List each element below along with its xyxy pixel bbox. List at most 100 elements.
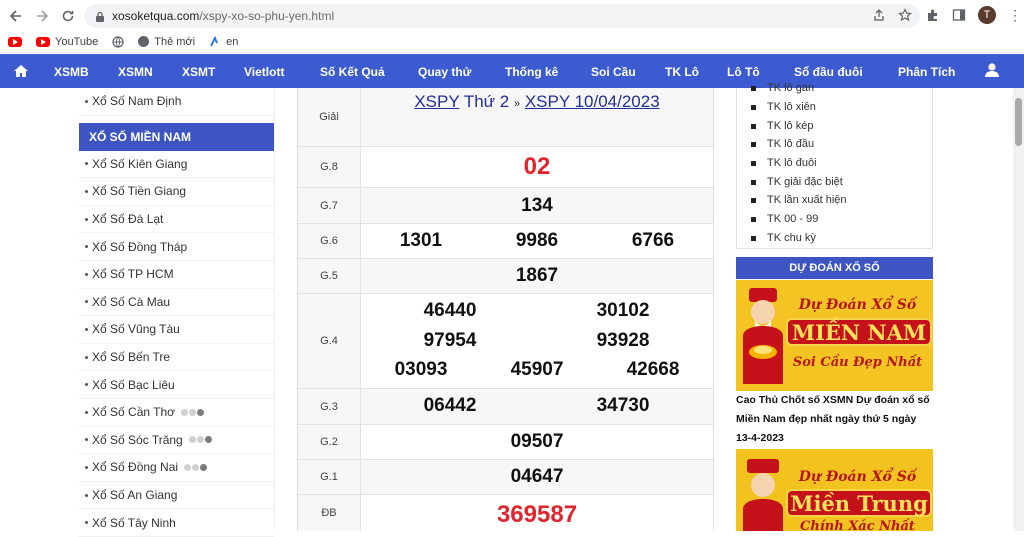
section-header-mien-nam[interactable]: XỔ SỐ MIỀN NAM	[79, 122, 274, 151]
nav-phan-tich[interactable]: Phân Tích	[898, 65, 955, 79]
prize-number: 30102	[596, 300, 650, 321]
home-button[interactable]	[2, 64, 40, 78]
scrollbar-thumb[interactable]	[1015, 98, 1022, 146]
sidebar-item-label: Xổ Số Tiền Giang	[92, 184, 187, 199]
nav-so-ket-qua[interactable]: Số Kết Quả	[320, 65, 385, 79]
sidebar-item-tay-ninh[interactable]: Xổ Số Tây Ninh	[79, 509, 274, 537]
nav-soi-cau[interactable]: Soi Cầu	[591, 65, 636, 79]
nav-xsmb[interactable]: XSMB	[54, 65, 89, 79]
stat-link-00-99[interactable]: TK 00 - 99	[751, 213, 818, 225]
live-indicator-icon	[184, 463, 208, 471]
sidebar-item-soc-trang[interactable]: Xổ Số Sóc Trăng	[79, 427, 274, 455]
side-panel-icon[interactable]	[952, 8, 966, 22]
right-sidebar: TK lô gan TK lô xiên TK lô kép TK lô đầu…	[736, 82, 933, 531]
bookmark-globe[interactable]	[112, 35, 124, 48]
page-scrollbar[interactable]	[1013, 88, 1024, 531]
sidebar-item-label: Xổ Số Cần Thơ	[92, 405, 176, 420]
stat-link-lo-xien[interactable]: TK lô xiên	[751, 101, 816, 113]
sidebar-item-label: Xổ Số Kiên Giang	[92, 156, 188, 171]
share-icon[interactable]	[872, 8, 886, 22]
sidebar-item-can-tho[interactable]: Xổ Số Cần Thơ	[79, 399, 274, 427]
profile-avatar[interactable]: T	[978, 6, 996, 24]
bullet-icon	[85, 162, 88, 166]
bookmarks-bar: YouTube Thẻ mới en	[0, 31, 1024, 53]
banner-mien-trung[interactable]: Dự Đoán Xổ Số Miền Trung Chính Xác Nhất	[736, 449, 933, 531]
stat-link-lan-xuat-hien[interactable]: TK lần xuất hiện	[751, 194, 847, 206]
address-bar[interactable]: xosoketqua.com/xspy-xo-so-phu-yen.html	[84, 4, 920, 28]
stat-link-lo-dau[interactable]: TK lô đầu	[751, 138, 814, 150]
banner-mien-nam[interactable]: Dự Đoán Xổ Số MIỀN NAM Soi Cầu Đẹp Nhất	[736, 280, 933, 391]
sidebar-item-ca-mau[interactable]: Xổ Số Cà Mau	[79, 289, 274, 317]
sidebar-item-kien-giang[interactable]: Xổ Số Kiên Giang	[79, 151, 274, 179]
bullet-icon	[85, 383, 88, 387]
bookmark-star-icon[interactable]	[898, 8, 912, 22]
nav-vietlott[interactable]: Vietlott	[244, 65, 284, 79]
god-of-wealth-mascot-icon	[743, 288, 783, 384]
prize-label: G.4	[298, 294, 361, 388]
sidebar-item-ben-tre[interactable]: Xổ Số Bến Tre	[79, 344, 274, 372]
sidebar-item-da-lat[interactable]: Xổ Số Đà Lạt	[79, 206, 274, 234]
prize-row-g4: G.4 46440 30102 97954 93928 03093 45907 …	[298, 294, 713, 389]
stat-link-lo-gan[interactable]: TK lô gan	[751, 82, 814, 94]
stat-link-lo-kep[interactable]: TK lô kép	[751, 120, 813, 132]
sidebar-item-an-giang[interactable]: Xổ Số An Giang	[79, 482, 274, 510]
sidebar-item-dong-nai[interactable]: Xổ Số Đồng Nai	[79, 454, 274, 482]
prize-number: 03093	[394, 359, 448, 380]
prize-row-g7: G.7 134	[298, 188, 713, 224]
nav-quay-thu[interactable]: Quay thử	[418, 65, 471, 79]
prize-number: 9986	[515, 230, 559, 251]
sidebar-item-vung-tau[interactable]: Xổ Số Vũng Tàu	[79, 316, 274, 344]
prize-label: G.1	[298, 460, 361, 494]
bookmark-youtube-1[interactable]	[8, 36, 22, 47]
sidebar-item-label: Xổ Số Bạc Liêu	[92, 377, 175, 392]
bookmark-new-tab[interactable]: Thẻ mới	[138, 36, 195, 48]
xspy-date-link[interactable]: XSPY 10/04/2023	[525, 92, 660, 111]
nav-lo-to[interactable]: Lô Tô	[727, 65, 760, 79]
prediction-article-link[interactable]: Cao Thủ Chốt số XSMN Dự đoán xổ số Miền …	[736, 391, 933, 448]
bookmark-label: Thẻ mới	[154, 35, 196, 48]
nav-xsmn[interactable]: XSMN	[118, 65, 153, 79]
sidebar-item-label: Xổ Số Đồng Nai	[92, 460, 179, 475]
breadcrumb-separator: »	[513, 98, 521, 110]
xspy-link[interactable]: XSPY	[414, 92, 459, 111]
extensions-icon[interactable]	[926, 8, 940, 22]
sidebar-item-tien-giang[interactable]: Xổ Số Tiền Giang	[79, 178, 274, 206]
sidebar-item-bac-lieu[interactable]: Xổ Số Bạc Liêu	[79, 371, 274, 399]
back-button[interactable]	[6, 6, 26, 26]
bullet-icon	[751, 198, 756, 203]
bookmark-en[interactable]: en	[209, 35, 238, 48]
sidebar-item-label: Xổ Số Nam Định	[92, 94, 182, 109]
browser-toolbar: xosoketqua.com/xspy-xo-so-phu-yen.html T…	[0, 0, 1024, 31]
translate-icon	[210, 35, 218, 46]
sidebar-item-nam-dinh[interactable]: Xổ Số Nam Định	[79, 88, 274, 116]
nav-thong-ke[interactable]: Thống kê	[505, 65, 558, 79]
nav-so-dau-duoi[interactable]: Sổ đầu đuôi	[794, 65, 863, 79]
youtube-icon	[8, 36, 22, 47]
sidebar-item-label: Xổ Số Vũng Tàu	[92, 322, 180, 337]
nav-tk-lo[interactable]: TK Lô	[665, 65, 699, 79]
stat-link-giai-dac-biet[interactable]: TK giải đặc biệt	[751, 176, 843, 188]
stats-list: TK lô gan TK lô xiên TK lô kép TK lô đầu…	[736, 82, 933, 249]
stat-label: TK chu kỳ	[767, 232, 816, 244]
user-account-button[interactable]	[984, 62, 1000, 83]
stat-link-lo-duoi[interactable]: TK lô đuôi	[751, 157, 817, 169]
bullet-icon	[751, 105, 756, 110]
sidebar-item-dong-thap[interactable]: Xổ Số Đồng Tháp	[79, 233, 274, 261]
bullet-icon	[751, 180, 756, 185]
sidebar-item-tp-hcm[interactable]: Xổ Số TP HCM	[79, 261, 274, 289]
prize-number: 34730	[596, 395, 650, 416]
live-indicator-icon	[188, 436, 212, 444]
new-tab-icon	[138, 36, 150, 47]
reload-button[interactable]	[58, 6, 78, 26]
prize-number: 1867	[515, 265, 559, 286]
forward-button[interactable]	[32, 6, 52, 26]
bullet-icon	[751, 236, 756, 241]
sidebar-item-label: Xổ Số Cà Mau	[92, 294, 171, 309]
prize-number: 02	[523, 153, 551, 180]
stat-link-chu-ky[interactable]: TK chu kỳ	[751, 232, 816, 244]
menu-kebab-icon[interactable]: ⋮	[1008, 7, 1022, 24]
bookmark-youtube-2[interactable]: YouTube	[36, 36, 98, 48]
nav-xsmt[interactable]: XSMT	[182, 65, 215, 79]
prize-label: G.3	[298, 389, 361, 424]
prize-number: 97954	[423, 330, 477, 351]
